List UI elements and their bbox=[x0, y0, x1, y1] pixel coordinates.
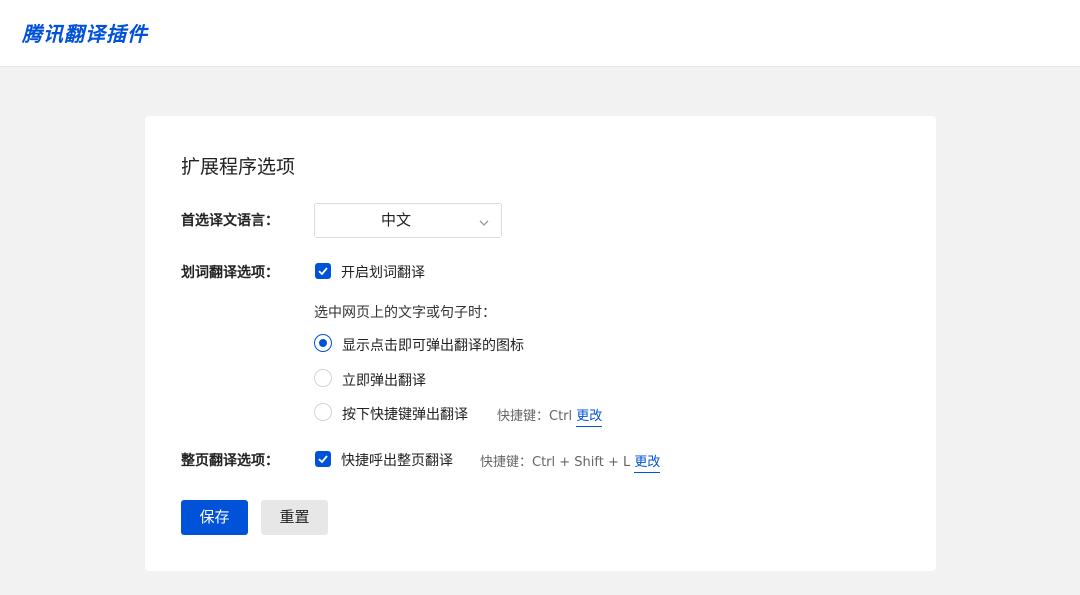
radio-show-icon[interactable] bbox=[314, 334, 332, 352]
selection-hint: 选中网页上的文字或句子时： bbox=[314, 305, 496, 321]
page-title: 扩展程序选项 bbox=[181, 156, 296, 178]
checkmark-icon bbox=[318, 455, 328, 464]
selection-shortcut-hint: 快捷键：Ctrl 更改 bbox=[497, 405, 603, 427]
page-translate-checkbox[interactable] bbox=[315, 451, 331, 467]
selection-shortcut-text: 快捷键：Ctrl bbox=[497, 409, 573, 424]
selection-enable-checkbox[interactable] bbox=[315, 263, 331, 279]
page-shortcut-text: 快捷键：Ctrl + Shift + L bbox=[480, 455, 631, 470]
top-bar: 腾讯翻译插件 bbox=[0, 0, 1080, 67]
reset-button[interactable]: 重置 bbox=[261, 500, 328, 535]
page-shortcut-hint: 快捷键：Ctrl + Shift + L 更改 bbox=[480, 451, 661, 473]
radio-shortcut-popup-label: 按下快捷键弹出翻译 bbox=[342, 407, 468, 423]
save-button[interactable]: 保存 bbox=[181, 500, 248, 535]
selection-shortcut-change-link[interactable]: 更改 bbox=[576, 409, 603, 427]
chevron-down-icon bbox=[478, 214, 490, 226]
page-translate-label: 整页翻译选项： bbox=[181, 453, 279, 469]
radio-show-icon-label: 显示点击即可弹出翻译的图标 bbox=[342, 338, 524, 354]
language-select[interactable]: 中文 bbox=[314, 203, 502, 238]
selection-label: 划词翻译选项： bbox=[181, 265, 279, 281]
page-shortcut-change-link[interactable]: 更改 bbox=[634, 455, 661, 473]
page-translate-enable-label: 快捷呼出整页翻译 bbox=[341, 453, 453, 469]
language-select-value: 中文 bbox=[380, 211, 411, 229]
checkmark-icon bbox=[318, 267, 328, 276]
radio-shortcut-popup[interactable] bbox=[314, 403, 332, 421]
radio-popup-immediately-label: 立即弹出翻译 bbox=[342, 373, 426, 389]
language-label: 首选译文语言： bbox=[181, 213, 279, 229]
radio-popup-immediately[interactable] bbox=[314, 369, 332, 387]
options-card: 扩展程序选项 首选译文语言： 中文 划词翻译选项： 开启划词翻译 选中网页上的文… bbox=[145, 116, 936, 571]
selection-enable-label: 开启划词翻译 bbox=[341, 265, 425, 281]
brand-title: 腾讯翻译插件 bbox=[22, 22, 148, 46]
